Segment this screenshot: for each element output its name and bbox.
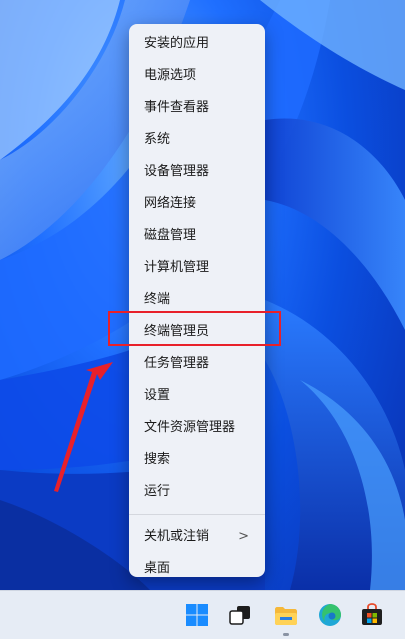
- menu-item-shutdown-or-signout[interactable]: 关机或注销 >: [129, 521, 265, 553]
- shutdown-label: 关机或注销: [144, 529, 210, 544]
- desktop: 安装的应用 电源选项 事件查看器 系统 设备管理器 网络连接 磁盘管理 计算机管…: [0, 0, 405, 639]
- menu-item-run[interactable]: 运行: [129, 476, 265, 508]
- menu-item-search[interactable]: 搜索: [129, 444, 265, 476]
- menu-item-task-manager[interactable]: 任务管理器: [129, 348, 265, 380]
- menu-item-system[interactable]: 系统: [129, 124, 265, 156]
- menu-item-settings[interactable]: 设置: [129, 380, 265, 412]
- edge-browser-icon[interactable]: [318, 603, 342, 627]
- windows-start-icon[interactable]: [185, 603, 209, 627]
- menu-item-network-connections[interactable]: 网络连接: [129, 188, 265, 220]
- running-indicator: [283, 633, 289, 636]
- file-explorer-icon[interactable]: [274, 603, 298, 627]
- menu-item-power-options[interactable]: 电源选项: [129, 60, 265, 92]
- task-view-icon[interactable]: [228, 603, 252, 627]
- menu-item-installed-apps[interactable]: 安装的应用: [129, 28, 265, 60]
- menu-item-disk-management[interactable]: 磁盘管理: [129, 220, 265, 252]
- menu-item-computer-management[interactable]: 计算机管理: [129, 252, 265, 284]
- menu-item-device-manager[interactable]: 设备管理器: [129, 156, 265, 188]
- winx-context-menu: 安装的应用 电源选项 事件查看器 系统 设备管理器 网络连接 磁盘管理 计算机管…: [129, 24, 265, 577]
- menu-item-event-viewer[interactable]: 事件查看器: [129, 92, 265, 124]
- menu-item-file-explorer[interactable]: 文件资源管理器: [129, 412, 265, 444]
- taskbar: [0, 590, 405, 639]
- menu-item-terminal[interactable]: 终端: [129, 284, 265, 316]
- menu-separator: [129, 514, 265, 515]
- chevron-right-icon: >: [238, 529, 249, 544]
- microsoft-store-icon[interactable]: [360, 603, 384, 627]
- menu-item-terminal-admin[interactable]: 终端管理员: [129, 316, 265, 348]
- menu-item-desktop[interactable]: 桌面: [129, 553, 265, 585]
